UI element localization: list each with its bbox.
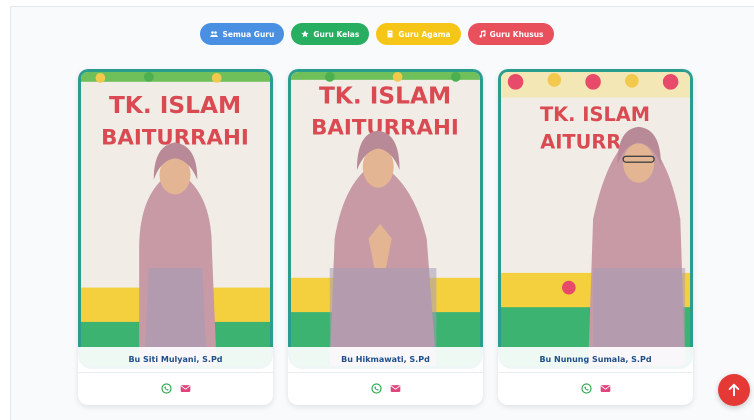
whatsapp-icon[interactable] bbox=[580, 382, 592, 394]
back-to-top-button[interactable] bbox=[718, 374, 750, 406]
teacher-card: TK. ISLAM BAITURRAHI Bu Hikmawati, S.Pd bbox=[288, 69, 483, 405]
svg-text:TK. ISLAM: TK. ISLAM bbox=[109, 91, 241, 119]
svg-text:TK. ISLAM: TK. ISLAM bbox=[319, 81, 451, 109]
teacher-name: Bu Nunung Sumala, S.Pd bbox=[498, 347, 693, 373]
teacher-card: TK. ISLAM BAITURRAHI Bu Siti Mulyani, S.… bbox=[78, 69, 273, 405]
social-links bbox=[288, 377, 483, 399]
svg-text:TK. ISLAM: TK. ISLAM bbox=[540, 103, 650, 126]
filter-label: Semua Guru bbox=[222, 29, 275, 39]
teacher-card: TK. ISLAM AITURRA Bu Nunung Sumala, S.Pd bbox=[498, 69, 693, 405]
teacher-photo: TK. ISLAM BAITURRAHI bbox=[78, 69, 273, 369]
email-icon[interactable] bbox=[600, 383, 611, 394]
filter-guru-agama-button[interactable]: Guru Agama bbox=[376, 23, 461, 45]
filter-label: Guru Kelas bbox=[313, 29, 360, 39]
filter-label: Guru Khusus bbox=[489, 29, 544, 39]
teacher-photo: TK. ISLAM AITURRA bbox=[498, 69, 693, 369]
teacher-name: Bu Siti Mulyani, S.Pd bbox=[78, 347, 273, 373]
whatsapp-icon[interactable] bbox=[160, 382, 172, 394]
filter-label: Guru Agama bbox=[398, 29, 451, 39]
filter-semua-guru-button[interactable]: Semua Guru bbox=[200, 23, 285, 45]
star-icon bbox=[301, 30, 309, 38]
teacher-photo: TK. ISLAM BAITURRAHI bbox=[288, 69, 483, 369]
whatsapp-icon[interactable] bbox=[370, 382, 382, 394]
filter-guru-khusus-button[interactable]: Guru Khusus bbox=[467, 23, 554, 45]
social-links bbox=[78, 377, 273, 399]
email-icon[interactable] bbox=[390, 383, 401, 394]
social-links bbox=[498, 377, 693, 399]
arrow-up-icon bbox=[728, 383, 740, 397]
filter-guru-kelas-button[interactable]: Guru Kelas bbox=[291, 23, 370, 45]
music-icon bbox=[479, 30, 486, 38]
email-icon[interactable] bbox=[180, 383, 191, 394]
teacher-name: Bu Hikmawati, S.Pd bbox=[288, 347, 483, 373]
filter-bar: Semua Guru Guru Kelas Guru Agama Guru Kh… bbox=[0, 23, 754, 45]
book-icon bbox=[387, 30, 393, 38]
users-icon bbox=[210, 31, 219, 37]
